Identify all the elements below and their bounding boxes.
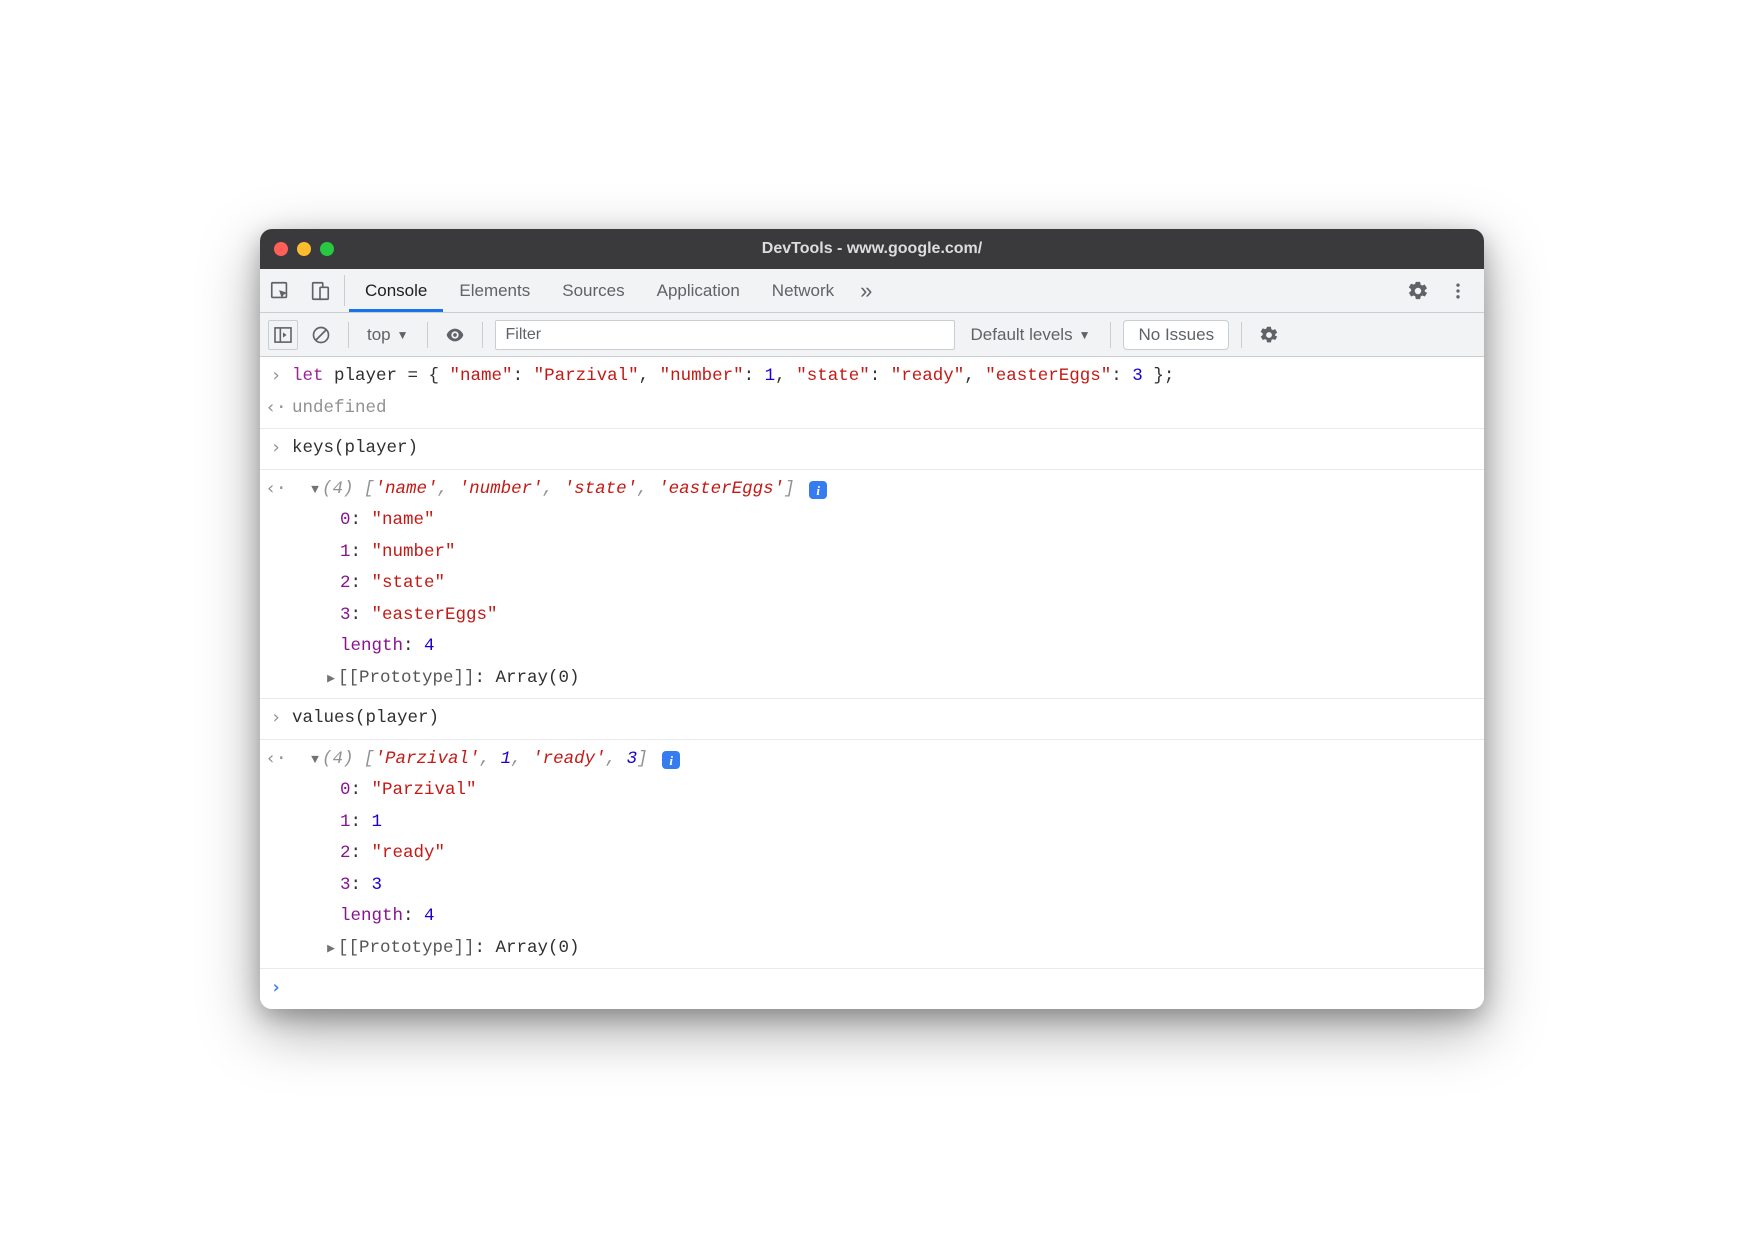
traffic-lights bbox=[260, 242, 334, 256]
separator bbox=[482, 322, 483, 348]
array-item[interactable]: 0: "Parzival" bbox=[292, 775, 1484, 807]
separator bbox=[1110, 322, 1111, 348]
live-expression-icon[interactable] bbox=[440, 320, 470, 350]
console-result: undefined bbox=[292, 393, 1484, 425]
console-input-code[interactable]: values(player) bbox=[292, 703, 1484, 735]
tab-elements[interactable]: Elements bbox=[443, 269, 546, 312]
array-item[interactable]: 0: "name" bbox=[292, 505, 1484, 537]
console-prompt[interactable] bbox=[292, 973, 1484, 1005]
output-marker-icon: ‹· bbox=[260, 474, 292, 506]
console-input-code[interactable]: let player = { "name": "Parzival", "numb… bbox=[292, 361, 1484, 393]
context-label: top bbox=[367, 325, 391, 345]
sidebar-toggle-icon[interactable] bbox=[268, 320, 298, 350]
separator bbox=[427, 322, 428, 348]
kebab-menu-icon[interactable] bbox=[1438, 281, 1478, 301]
console-settings-gear-icon[interactable] bbox=[1254, 320, 1284, 350]
levels-label: Default levels bbox=[971, 325, 1073, 345]
log-levels-selector[interactable]: Default levels ▼ bbox=[963, 325, 1099, 345]
tab-network[interactable]: Network bbox=[756, 269, 850, 312]
console-entry: ›keys(player) bbox=[260, 429, 1484, 470]
issues-label: No Issues bbox=[1138, 325, 1214, 345]
console-input-code[interactable]: keys(player) bbox=[292, 433, 1484, 465]
separator bbox=[348, 322, 349, 348]
array-length[interactable]: length: 4 bbox=[292, 631, 1484, 663]
console-entry: ‹·▼(4) ['Parzival', 1, 'ready', 3] i0: "… bbox=[260, 740, 1484, 970]
array-item[interactable]: 3: "easterEggs" bbox=[292, 600, 1484, 632]
issues-button[interactable]: No Issues bbox=[1123, 320, 1229, 350]
settings-gear-icon[interactable] bbox=[1398, 280, 1438, 302]
array-item[interactable]: 1: 1 bbox=[292, 807, 1484, 839]
filter-input[interactable] bbox=[495, 320, 955, 350]
console-entry: ›let player = { "name": "Parzival", "num… bbox=[260, 357, 1484, 429]
window-title: DevTools - www.google.com/ bbox=[260, 240, 1484, 258]
input-marker-icon: › bbox=[260, 361, 292, 393]
array-item[interactable]: 1: "number" bbox=[292, 537, 1484, 569]
prototype-row[interactable]: ▶[[Prototype]]: Array(0) bbox=[292, 663, 1484, 695]
devtools-window: DevTools - www.google.com/ Console Eleme… bbox=[260, 229, 1484, 1009]
tab-console[interactable]: Console bbox=[349, 269, 443, 312]
info-badge-icon[interactable]: i bbox=[662, 751, 680, 769]
separator bbox=[344, 275, 345, 306]
expand-arrow-icon[interactable]: ▼ bbox=[308, 478, 322, 501]
device-toggle-icon[interactable] bbox=[300, 269, 340, 312]
expand-arrow-icon[interactable]: ▶ bbox=[324, 667, 338, 690]
array-summary[interactable]: ▼(4) ['Parzival', 1, 'ready', 3] i bbox=[292, 744, 1484, 776]
expand-arrow-icon[interactable]: ▶ bbox=[324, 937, 338, 960]
output-marker-icon: ‹· bbox=[260, 744, 292, 776]
context-selector[interactable]: top ▼ bbox=[361, 325, 415, 345]
separator bbox=[1241, 322, 1242, 348]
array-item[interactable]: 2: "ready" bbox=[292, 838, 1484, 870]
zoom-icon[interactable] bbox=[320, 242, 334, 256]
console-entry: ‹·▼(4) ['name', 'number', 'state', 'east… bbox=[260, 470, 1484, 700]
expand-arrow-icon[interactable]: ▼ bbox=[308, 748, 322, 771]
tab-list: Console Elements Sources Application Net… bbox=[349, 269, 850, 312]
array-item[interactable]: 2: "state" bbox=[292, 568, 1484, 600]
titlebar: DevTools - www.google.com/ bbox=[260, 229, 1484, 269]
console-toolbar: top ▼ Default levels ▼ No Issues bbox=[260, 313, 1484, 357]
array-summary[interactable]: ▼(4) ['name', 'number', 'state', 'easter… bbox=[292, 474, 1484, 506]
inspect-icon[interactable] bbox=[260, 269, 300, 312]
array-length[interactable]: length: 4 bbox=[292, 901, 1484, 933]
prompt-marker-icon[interactable]: › bbox=[260, 973, 292, 1005]
tab-application[interactable]: Application bbox=[641, 269, 756, 312]
info-badge-icon[interactable]: i bbox=[809, 481, 827, 499]
prototype-row[interactable]: ▶[[Prototype]]: Array(0) bbox=[292, 933, 1484, 965]
array-item[interactable]: 3: 3 bbox=[292, 870, 1484, 902]
more-tabs-icon[interactable]: » bbox=[850, 269, 882, 312]
input-marker-icon: › bbox=[260, 433, 292, 465]
input-marker-icon: › bbox=[260, 703, 292, 735]
chevron-down-icon: ▼ bbox=[397, 328, 409, 342]
minimize-icon[interactable] bbox=[297, 242, 311, 256]
clear-console-icon[interactable] bbox=[306, 320, 336, 350]
console-entry: ›values(player) bbox=[260, 699, 1484, 740]
chevron-down-icon: ▼ bbox=[1079, 328, 1091, 342]
tab-sources[interactable]: Sources bbox=[546, 269, 640, 312]
panel-tabs: Console Elements Sources Application Net… bbox=[260, 269, 1484, 313]
output-marker-icon: ‹· bbox=[260, 393, 292, 425]
close-icon[interactable] bbox=[274, 242, 288, 256]
console-output[interactable]: ›let player = { "name": "Parzival", "num… bbox=[260, 357, 1484, 1009]
